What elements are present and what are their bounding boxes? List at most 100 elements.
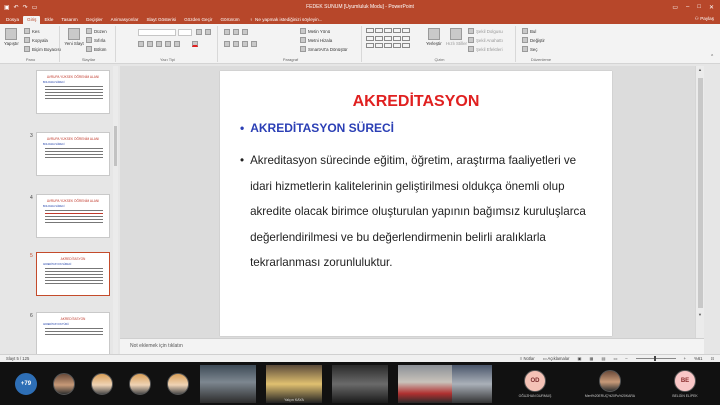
shapes-gallery[interactable] [366,28,410,50]
participant-tile[interactable] [158,366,198,402]
participant-video[interactable] [332,365,388,403]
thumbnail-slide-4[interactable]: AVRUPA YÜKSEK ÖĞRENİM ALANI BOLOGNA SÜRE… [36,194,110,238]
participant-tile[interactable] [44,366,84,402]
participant-tile[interactable] [120,366,160,402]
tab-file[interactable]: Dosya [2,16,23,24]
font-grow-button[interactable] [196,29,202,35]
thumbnail-slide-2[interactable]: AVRUPA YÜKSEK ÖĞRENİM ALANI BOLOGNA SÜRE… [36,70,110,114]
sorter-view-icon[interactable]: ▦ [589,356,593,361]
group-drawing: Yerleştir Hızlı Stiller Şekil Dolgusu Şe… [364,26,516,62]
shape-effects-button[interactable]: Şekil Efektleri [468,46,503,52]
thumbnail-slide-5[interactable]: AKREDİTASYON AKREDİTASYON SÜRECİ [36,252,110,296]
participant-video[interactable] [398,365,454,403]
tab-animations[interactable]: Animasyonlar [107,16,143,24]
smartart-button[interactable]: SmartArt'a Dönüştür [300,46,348,52]
quick-styles-button[interactable]: Hızlı Stiller [446,28,467,46]
zoom-in-icon[interactable]: + [684,356,686,361]
underline-button[interactable] [156,41,162,47]
more-participants-badge[interactable]: +79 [15,373,37,395]
align-left-button[interactable] [224,41,230,47]
text-direction-button[interactable]: Metin Yönü [300,28,330,34]
copy-button[interactable]: Kopyala [24,37,48,43]
align-right-button[interactable] [242,41,248,47]
clear-format-button[interactable] [205,29,211,35]
find-button[interactable]: Bul [522,28,536,34]
tab-review[interactable]: Gözden Geçir [180,16,216,24]
tab-view[interactable]: Görünüm [216,16,243,24]
current-slide[interactable]: AKREDİTASYON • AKREDİTASYON SÜRECİ • Akr… [220,71,612,336]
italic-button[interactable] [147,41,153,47]
zoom-slider[interactable] [635,356,676,361]
new-slide-button[interactable]: Yeni Slayt [64,28,84,46]
thumbnail-scrollbar[interactable] [113,66,118,354]
reading-view-icon[interactable]: ▤ [601,356,605,361]
align-center-button[interactable] [233,41,239,47]
tab-transitions[interactable]: Geçişler [82,16,107,24]
tab-home[interactable]: Giriş [23,16,41,24]
layout-button[interactable]: Düzen [86,28,107,34]
notes-toggle[interactable]: ≡ Notlar [520,356,535,361]
participant-name: Mert%20ERUÇ%20Pu%20KARA [584,394,636,398]
participant-more[interactable]: +79 [6,366,46,402]
select-button[interactable]: Seç [522,46,538,52]
font-color-button[interactable] [192,41,198,47]
brush-icon [24,46,30,52]
shape-outline-button[interactable]: Şekil Anahattı [468,37,503,43]
font-group-label: Yazı Tipi [159,57,176,62]
tab-design[interactable]: Tasarım [57,16,81,24]
cut-button[interactable]: Kes [24,28,40,34]
zoom-out-icon[interactable]: – [625,356,627,361]
align-text-button[interactable]: Metni Hizala [300,37,332,43]
scroll-down-icon[interactable]: ▼ [698,312,702,317]
font-size-box[interactable] [178,29,192,36]
numbering-button[interactable] [233,29,239,35]
comments-toggle[interactable]: ▭ Açıklamalar [543,356,570,361]
layout-label: Düzen [94,28,107,34]
participant-tile[interactable]: BE BELGİN ELİPEK [660,366,710,402]
slide-title[interactable]: AKREDİTASYON [220,93,612,111]
notes-pane[interactable]: Not eklemek için tıklatın [120,338,704,354]
slide-subtitle[interactable]: • AKREDİTASYON SÜRECİ [240,121,394,135]
tell-me-box[interactable]: ♀ Ne yapmak istediğinizi söyleyin... [244,16,329,24]
participant-video[interactable] [200,365,256,403]
strike-button[interactable] [174,41,180,47]
collapse-ribbon-icon[interactable]: ⌃ [710,54,714,60]
scrollbar-thumb[interactable] [698,78,703,308]
thumbnail-slide-3[interactable]: AVRUPA YÜKSEK ÖĞRENİM ALANI BOLOGNA SÜRE… [36,132,110,176]
participant-video[interactable]: Yalçın KAYA [266,365,322,403]
shadow-button[interactable] [165,41,171,47]
participant-video[interactable] [452,365,492,403]
arrange-button[interactable]: Yerleştir [426,28,442,46]
font-name-box[interactable] [138,29,176,36]
indent-button[interactable] [242,29,248,35]
shape-fill-button[interactable]: Şekil Dolgusu [468,28,503,34]
participant-tile[interactable]: Mert%20ERUÇ%20Pu%20KARA [580,366,640,402]
scroll-up-icon[interactable]: ▲ [698,67,702,72]
fit-slide-icon[interactable]: ⊡ [710,356,714,361]
slides-group-label: Slaytlar [81,57,96,62]
font-color-icon [192,41,198,47]
justify-button[interactable] [251,41,257,47]
bold-button[interactable] [138,41,144,47]
thumbnail-slide-6[interactable]: AKREDİTASYON AKREDİTASYON TÜRÜ [36,312,110,356]
tab-slideshow[interactable]: Slayt Gösterisi [142,16,180,24]
slide-body[interactable]: • Akreditasyon sürecinde eğitim, öğretim… [240,148,600,276]
participant-tile[interactable] [82,366,122,402]
format-painter-button[interactable]: Biçim Boyacısı [24,46,61,52]
slide-scrollbar[interactable]: ▲ ▼ [695,66,704,338]
paste-button[interactable]: Yapıştır [4,28,19,46]
bullets-button[interactable] [224,29,230,35]
slideshow-view-icon[interactable]: ▭ [613,356,617,361]
normal-view-icon[interactable]: ▣ [577,356,581,361]
participant-tile[interactable]: OD OĞUZHAN DURMUŞ [510,366,560,402]
ribbon: Yapıştır Kes Kopyala Biçim Boyacısı Pano… [0,24,720,64]
scrollbar-thumb[interactable] [114,126,117,166]
group-editing: Bul Değiştir Seç Düzenleme [518,26,564,62]
zoom-level[interactable]: %61 [694,356,702,361]
align-text-label: Metni Hizala [308,37,333,43]
reset-button[interactable]: Sıfırla [86,37,105,43]
replace-button[interactable]: Değiştir [522,37,545,43]
share-button[interactable]: ⚇ Paylaş [689,15,720,24]
tab-insert[interactable]: Ekle [40,16,57,24]
section-button[interactable]: Bölüm [86,46,106,52]
